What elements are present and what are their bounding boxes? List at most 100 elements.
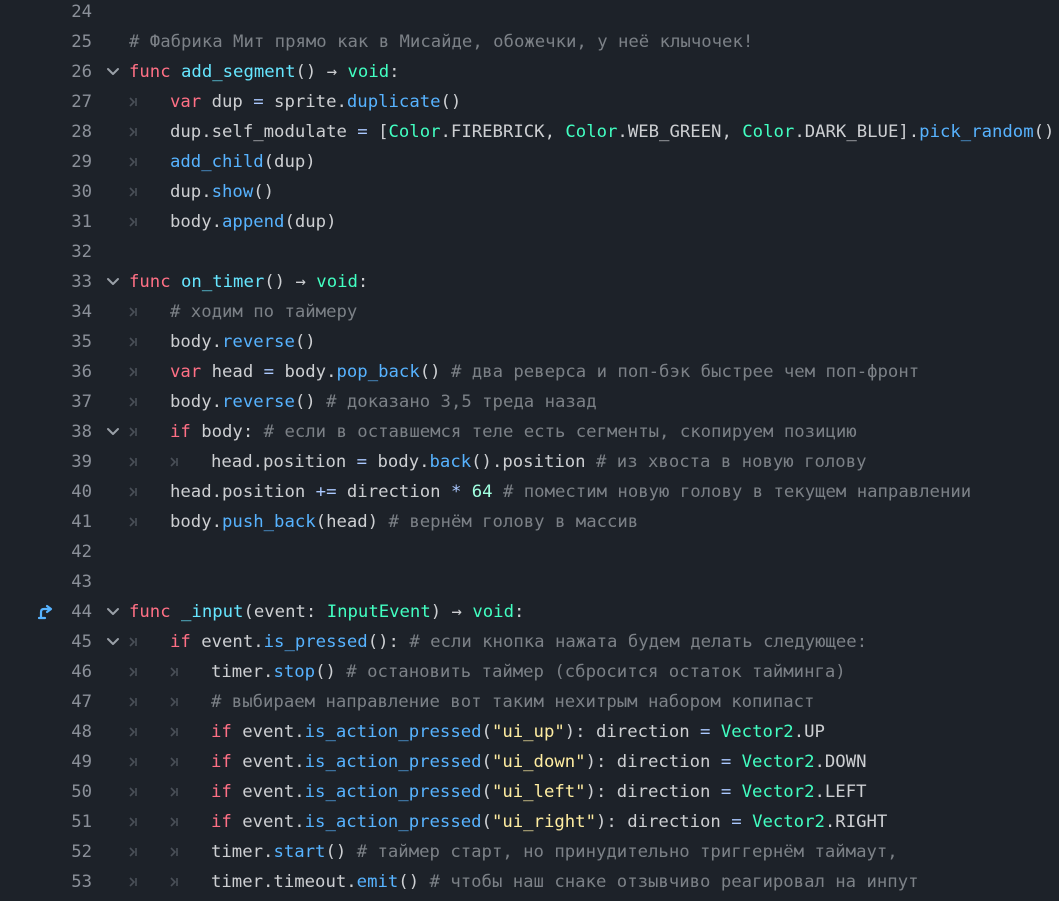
chevron-down-icon[interactable] — [106, 426, 120, 438]
chevron-down-icon[interactable] — [106, 606, 120, 618]
line-number: 43 — [71, 572, 92, 592]
code-token: # если в оставшемся теле есть сегменты, … — [263, 422, 857, 442]
indent — [129, 807, 170, 837]
code-line[interactable]: 52 timer.start() # таймер старт, но прину… — [0, 837, 1059, 867]
code-text: head.position = body.back().position # и… — [129, 447, 867, 477]
chevron-down-icon[interactable] — [106, 66, 120, 78]
code-line[interactable]: 34 # ходим по таймеру — [0, 297, 1059, 327]
code-text: var dup = sprite.duplicate() — [129, 87, 461, 117]
code-token: () — [253, 182, 275, 202]
code-line[interactable]: 47 # выбираем направление вот таким нехит… — [0, 687, 1059, 717]
code-line[interactable]: 43 — [0, 567, 1059, 597]
code-token: = — [263, 362, 275, 382]
code-token: head — [201, 362, 264, 382]
code-line[interactable]: 46 timer.stop() # остановить таймер (сбро… — [0, 657, 1059, 687]
code-line[interactable]: 28 dup.self_modulate = [Color.FIREBRICK, … — [0, 117, 1059, 147]
code-line[interactable]: 37 body.reverse() # доказано 3,5 треда на… — [0, 387, 1059, 417]
code-line[interactable]: 27 var dup = sprite.duplicate() — [0, 87, 1059, 117]
line-number: 45 — [71, 632, 92, 652]
code-line[interactable]: 41 body.push_back(head) # вернём голову в… — [0, 507, 1059, 537]
tab-indent-icon — [170, 727, 178, 737]
code-token: pop_back — [336, 362, 420, 382]
line-number: 34 — [71, 302, 92, 322]
code-line[interactable]: 53 timer.timeout.emit() # чтобы наш снаке… — [0, 867, 1059, 897]
code-token: = — [720, 782, 732, 802]
code-line[interactable]: 38 if body: # если в оставшемся теле есть… — [0, 417, 1059, 447]
code-token: .DOWN — [814, 752, 867, 772]
line-number: 41 — [71, 512, 92, 532]
code-text: body.append(dup) — [129, 207, 337, 237]
code-text: timer.stop() # остановить таймер (сброси… — [129, 657, 846, 687]
code-line[interactable]: 24 — [0, 0, 1059, 27]
code-token: event. — [231, 782, 305, 802]
chevron-down-icon[interactable] — [106, 636, 120, 648]
indent — [129, 867, 170, 897]
code-token: [ — [367, 122, 389, 142]
code-token: push_back — [222, 512, 316, 532]
code-editor[interactable]: 24 25 # Фабрика Мит прямо как в Мисайде, о… — [0, 0, 1059, 901]
code-line[interactable]: 39 head.position = body.back().position #… — [0, 447, 1059, 477]
line-number: 52 — [71, 842, 92, 862]
code-token: start — [273, 842, 326, 862]
line-number: 47 — [71, 692, 92, 712]
line-number: 38 — [71, 422, 92, 442]
code-token: add_segment — [181, 62, 296, 82]
tab-indent-icon — [129, 727, 137, 737]
chevron-down-icon[interactable] — [106, 276, 120, 288]
code-line[interactable]: 45 if event.is_pressed(): # если кнопка н… — [0, 627, 1059, 657]
code-text: add_child(dup) — [129, 147, 316, 177]
line-number: 40 — [71, 482, 92, 502]
code-token: sprite. — [263, 92, 347, 112]
code-line[interactable]: 36 var head = body.pop_back() # два ревер… — [0, 357, 1059, 387]
code-line[interactable]: 48 if event.is_action_pressed("ui_up"): d… — [0, 717, 1059, 747]
code-line[interactable]: 42 — [0, 537, 1059, 567]
code-token: Vector2 — [741, 752, 815, 772]
code-token: func — [129, 602, 171, 622]
tab-indent-icon — [129, 187, 137, 197]
line-number: 25 — [71, 32, 92, 52]
code-line[interactable]: 51 if event.is_action_pressed("ui_right")… — [0, 807, 1059, 837]
code-line[interactable]: 32 — [0, 237, 1059, 267]
indent — [129, 357, 170, 387]
tab-indent-icon — [129, 487, 137, 497]
code-line[interactable]: 50 if event.is_action_pressed("ui_left"):… — [0, 777, 1059, 807]
tab-indent-icon — [170, 697, 178, 707]
code-token: ( — [481, 722, 492, 742]
indent — [129, 447, 170, 477]
code-token: timer. — [211, 842, 274, 862]
code-line[interactable]: 49 if event.is_action_pressed("ui_down"):… — [0, 747, 1059, 777]
code-line[interactable]: 40 head.position += direction * 64 # поме… — [0, 477, 1059, 507]
code-line[interactable]: 31 body.append(dup) — [0, 207, 1059, 237]
code-line[interactable]: 25 # Фабрика Мит прямо как в Мисайде, обо… — [0, 27, 1059, 57]
code-token: if — [170, 422, 191, 442]
code-line[interactable]: 29 add_child(dup) — [0, 147, 1059, 177]
code-token: # остановить таймер (сбросится остаток т… — [346, 662, 846, 682]
code-line[interactable]: 26 func add_segment() → void: — [0, 57, 1059, 87]
code-line[interactable]: 30 dup.show() — [0, 177, 1059, 207]
code-token: func — [129, 62, 171, 82]
code-token: # два реверса и поп-бэк быстрее чем поп-… — [450, 362, 920, 382]
code-line[interactable]: 44 func _input(event: InputEvent) → void: — [0, 597, 1059, 627]
code-token: # ходим по таймеру — [170, 302, 358, 322]
code-token: dup.self_modulate — [170, 122, 358, 142]
code-token: func — [129, 272, 171, 292]
code-token: direction — [336, 482, 451, 502]
code-token: dup — [201, 92, 254, 112]
code-line[interactable]: 33 func on_timer() → void: — [0, 267, 1059, 297]
code-token: # из хвоста в новую голову — [596, 452, 867, 472]
tab-indent-icon — [170, 757, 178, 767]
code-text: body.reverse() # доказано 3,5 треда наза… — [129, 387, 597, 417]
tab-indent-icon — [170, 817, 178, 827]
indent — [129, 417, 170, 447]
override-arrow-icon[interactable] — [36, 603, 58, 621]
tab-indent-icon — [129, 847, 137, 857]
tab-indent-icon — [129, 637, 137, 647]
indent — [129, 687, 170, 717]
tab-indent-icon — [129, 517, 137, 527]
line-number: 46 — [71, 662, 92, 682]
code-token: on_timer — [181, 272, 265, 292]
code-line[interactable]: 35 body.reverse() — [0, 327, 1059, 357]
code-token: show — [211, 182, 254, 202]
